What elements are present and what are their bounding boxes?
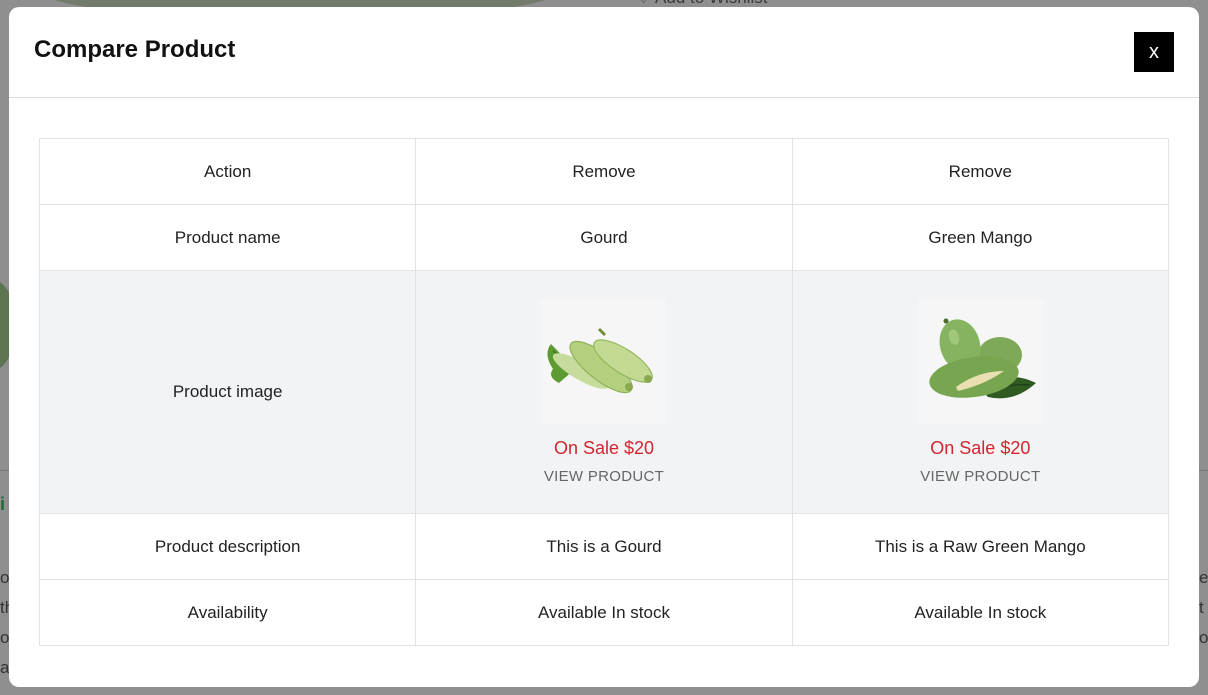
table-row-availability: Availability Available In stock Availabl… (38, 579, 1170, 646)
green-mango-image[interactable] (917, 298, 1043, 424)
row-label-availability: Availability (38, 579, 417, 646)
view-product-link-2[interactable]: VIEW PRODUCT (920, 468, 1040, 485)
product-availability-2: Available In stock (791, 579, 1170, 646)
modal-header: Compare Product x (9, 7, 1199, 98)
row-label-description: Product description (38, 513, 417, 580)
modal-title: Compare Product (34, 36, 236, 63)
close-button[interactable]: x (1134, 32, 1174, 72)
product-cell-1: On Sale $20 VIEW PRODUCT (415, 270, 793, 514)
remove-link-product-2[interactable]: Remove (791, 138, 1170, 205)
table-row-description: Product description This is a Gourd This… (38, 513, 1170, 580)
remove-link-product-1[interactable]: Remove (415, 138, 793, 205)
table-row-action: Action Remove Remove (38, 138, 1170, 205)
row-label-image: Product image (38, 270, 417, 514)
product-description-1: This is a Gourd (415, 513, 793, 580)
product-availability-1: Available In stock (415, 579, 793, 646)
background-text-right: e t o (1199, 568, 1208, 647)
product-name-1: Gourd (415, 204, 793, 271)
compare-table: Action Remove Remove Product name Gourd … (38, 138, 1170, 646)
view-product-link-1[interactable]: VIEW PRODUCT (544, 468, 664, 485)
product-description-2: This is a Raw Green Mango (791, 513, 1170, 580)
sale-price-1: On Sale $20 (553, 437, 655, 458)
gourd-image[interactable] (541, 298, 667, 424)
product-name-2: Green Mango (791, 204, 1170, 271)
compare-modal: Compare Product x Action Remove Remove P… (9, 7, 1199, 687)
table-row-name: Product name Gourd Green Mango (38, 204, 1170, 271)
sale-price-2: On Sale $20 (930, 437, 1031, 458)
product-cell-2: On Sale $20 VIEW PRODUCT (791, 270, 1170, 514)
table-row-image: Product image On Sale $20 VIEW PRODUCT O… (38, 270, 1170, 514)
row-label-action: Action (38, 138, 417, 205)
row-label-name: Product name (38, 204, 417, 271)
background-tab-label: i (0, 494, 6, 514)
